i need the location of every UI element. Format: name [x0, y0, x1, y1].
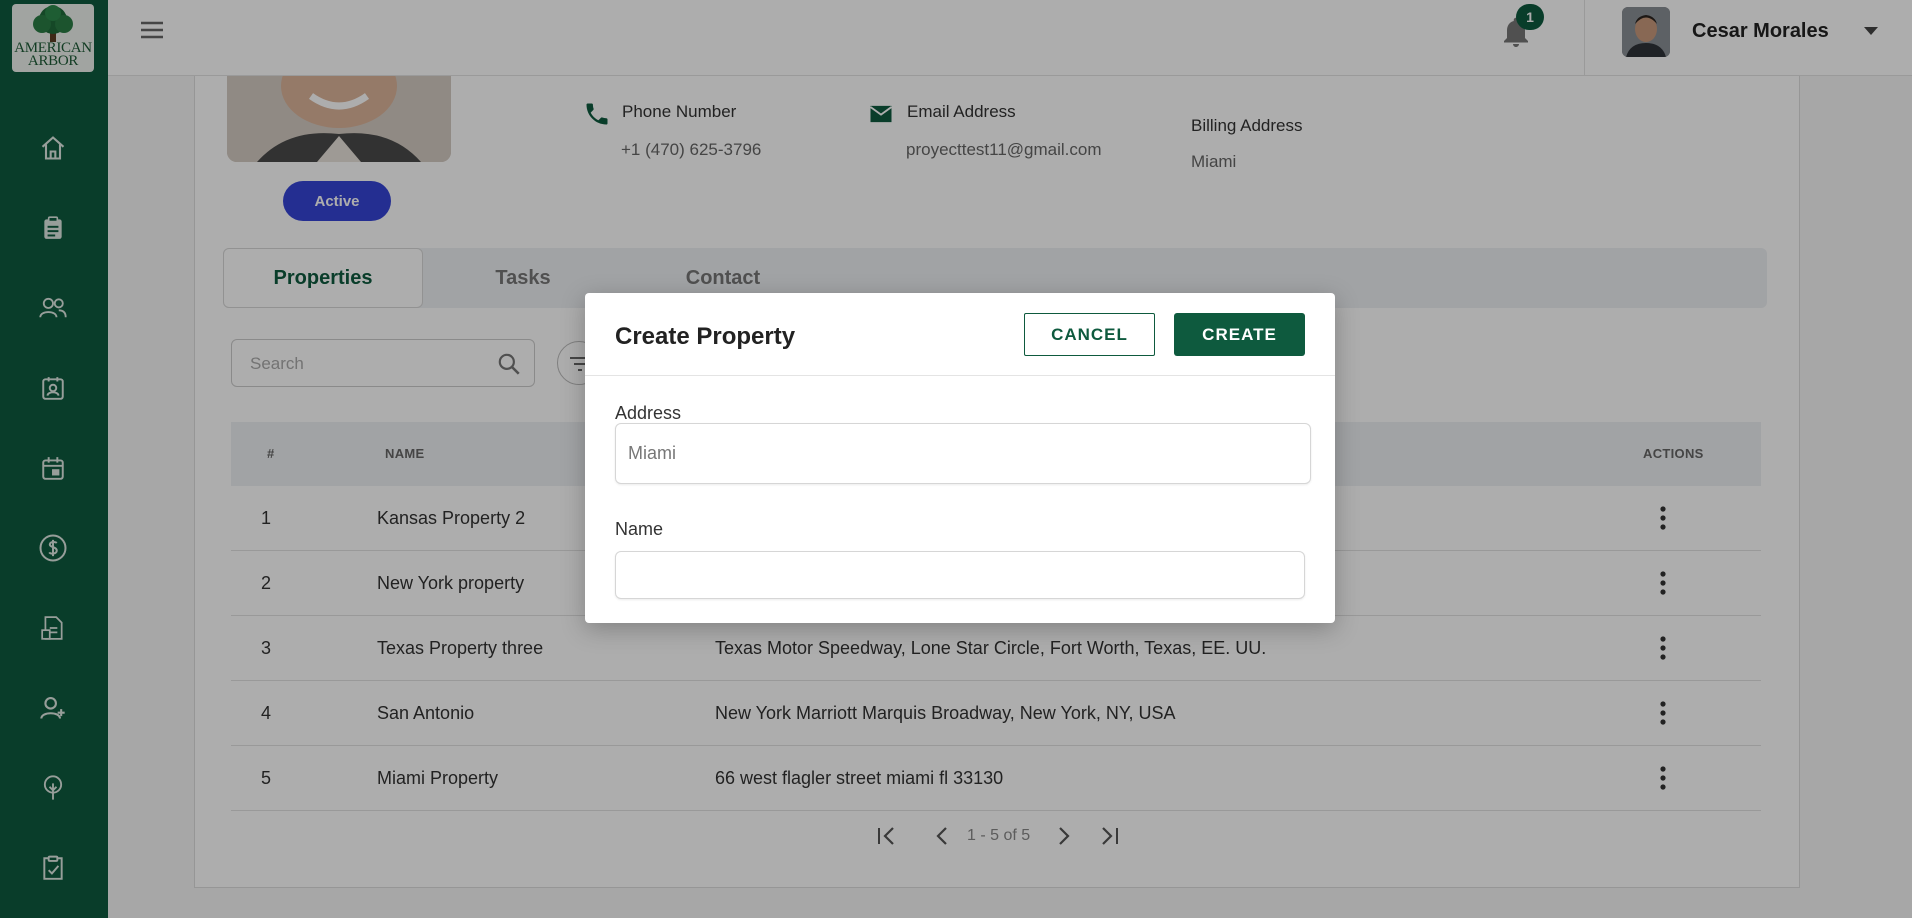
name-input[interactable]	[616, 552, 1304, 598]
address-input[interactable]	[616, 424, 1310, 483]
create-button[interactable]: CREATE	[1174, 313, 1305, 356]
name-field[interactable]	[615, 551, 1305, 599]
cancel-button[interactable]: CANCEL	[1024, 313, 1155, 356]
name-label: Name	[615, 519, 664, 539]
dialog-title: Create Property	[615, 323, 796, 350]
address-label: Address	[615, 403, 682, 423]
dialog-divider	[585, 375, 1335, 376]
address-field[interactable]	[615, 423, 1311, 484]
create-property-dialog: Create Property CANCEL CREATE Address Na…	[585, 293, 1335, 623]
